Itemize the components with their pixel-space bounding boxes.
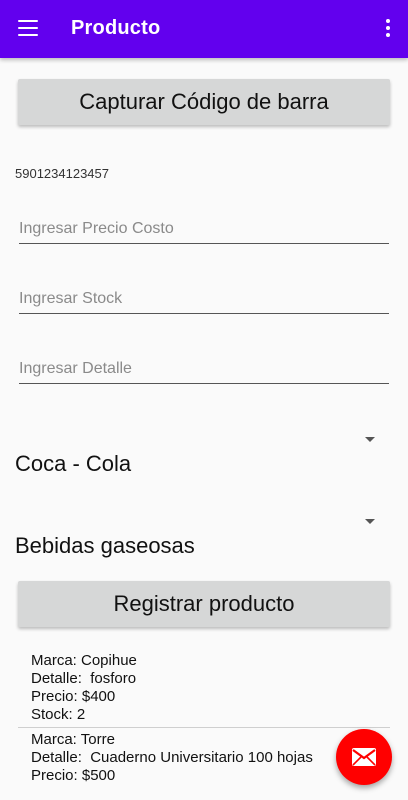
register-product-button[interactable]: Registrar producto — [18, 581, 390, 627]
price-cost-input[interactable] — [19, 215, 389, 244]
category-spinner[interactable]: Bebidas gaseosas — [15, 519, 385, 559]
product-brand: Marca: Torre — [31, 731, 115, 748]
more-options-icon[interactable] — [382, 19, 394, 39]
product-list: Marca: Copihue Detalle: fosforo Precio: … — [18, 652, 390, 785]
product-price: Precio: $400 — [31, 688, 116, 705]
category-selected-value: Bebidas gaseosas — [15, 533, 195, 558]
page-title: Producto — [71, 17, 161, 39]
list-divider — [18, 727, 390, 728]
dropdown-arrow-icon — [365, 437, 375, 442]
app-bar: Producto — [0, 0, 408, 58]
detail-input[interactable] — [19, 355, 389, 384]
list-item[interactable]: Marca: Copihue Detalle: fosforo Precio: … — [18, 652, 390, 724]
dropdown-arrow-icon — [365, 519, 375, 524]
brand-selected-value: Coca - Cola — [15, 451, 132, 476]
barcode-value: 5901234123457 — [15, 166, 109, 181]
capture-barcode-button[interactable]: Capturar Código de barra — [18, 79, 390, 125]
mail-icon — [352, 748, 376, 766]
product-stock: Stock: 2 — [31, 706, 86, 723]
brand-spinner[interactable]: Coca - Cola — [15, 437, 385, 477]
product-detail: Detalle: fosforo — [31, 670, 137, 687]
product-price: Precio: $500 — [31, 767, 116, 784]
hamburger-menu-icon[interactable] — [18, 20, 38, 36]
product-brand: Marca: Copihue — [31, 652, 137, 669]
list-item[interactable]: Marca: Torre Detalle: Cuaderno Universit… — [18, 731, 390, 785]
stock-input[interactable] — [19, 285, 389, 314]
send-mail-fab[interactable] — [336, 729, 392, 785]
